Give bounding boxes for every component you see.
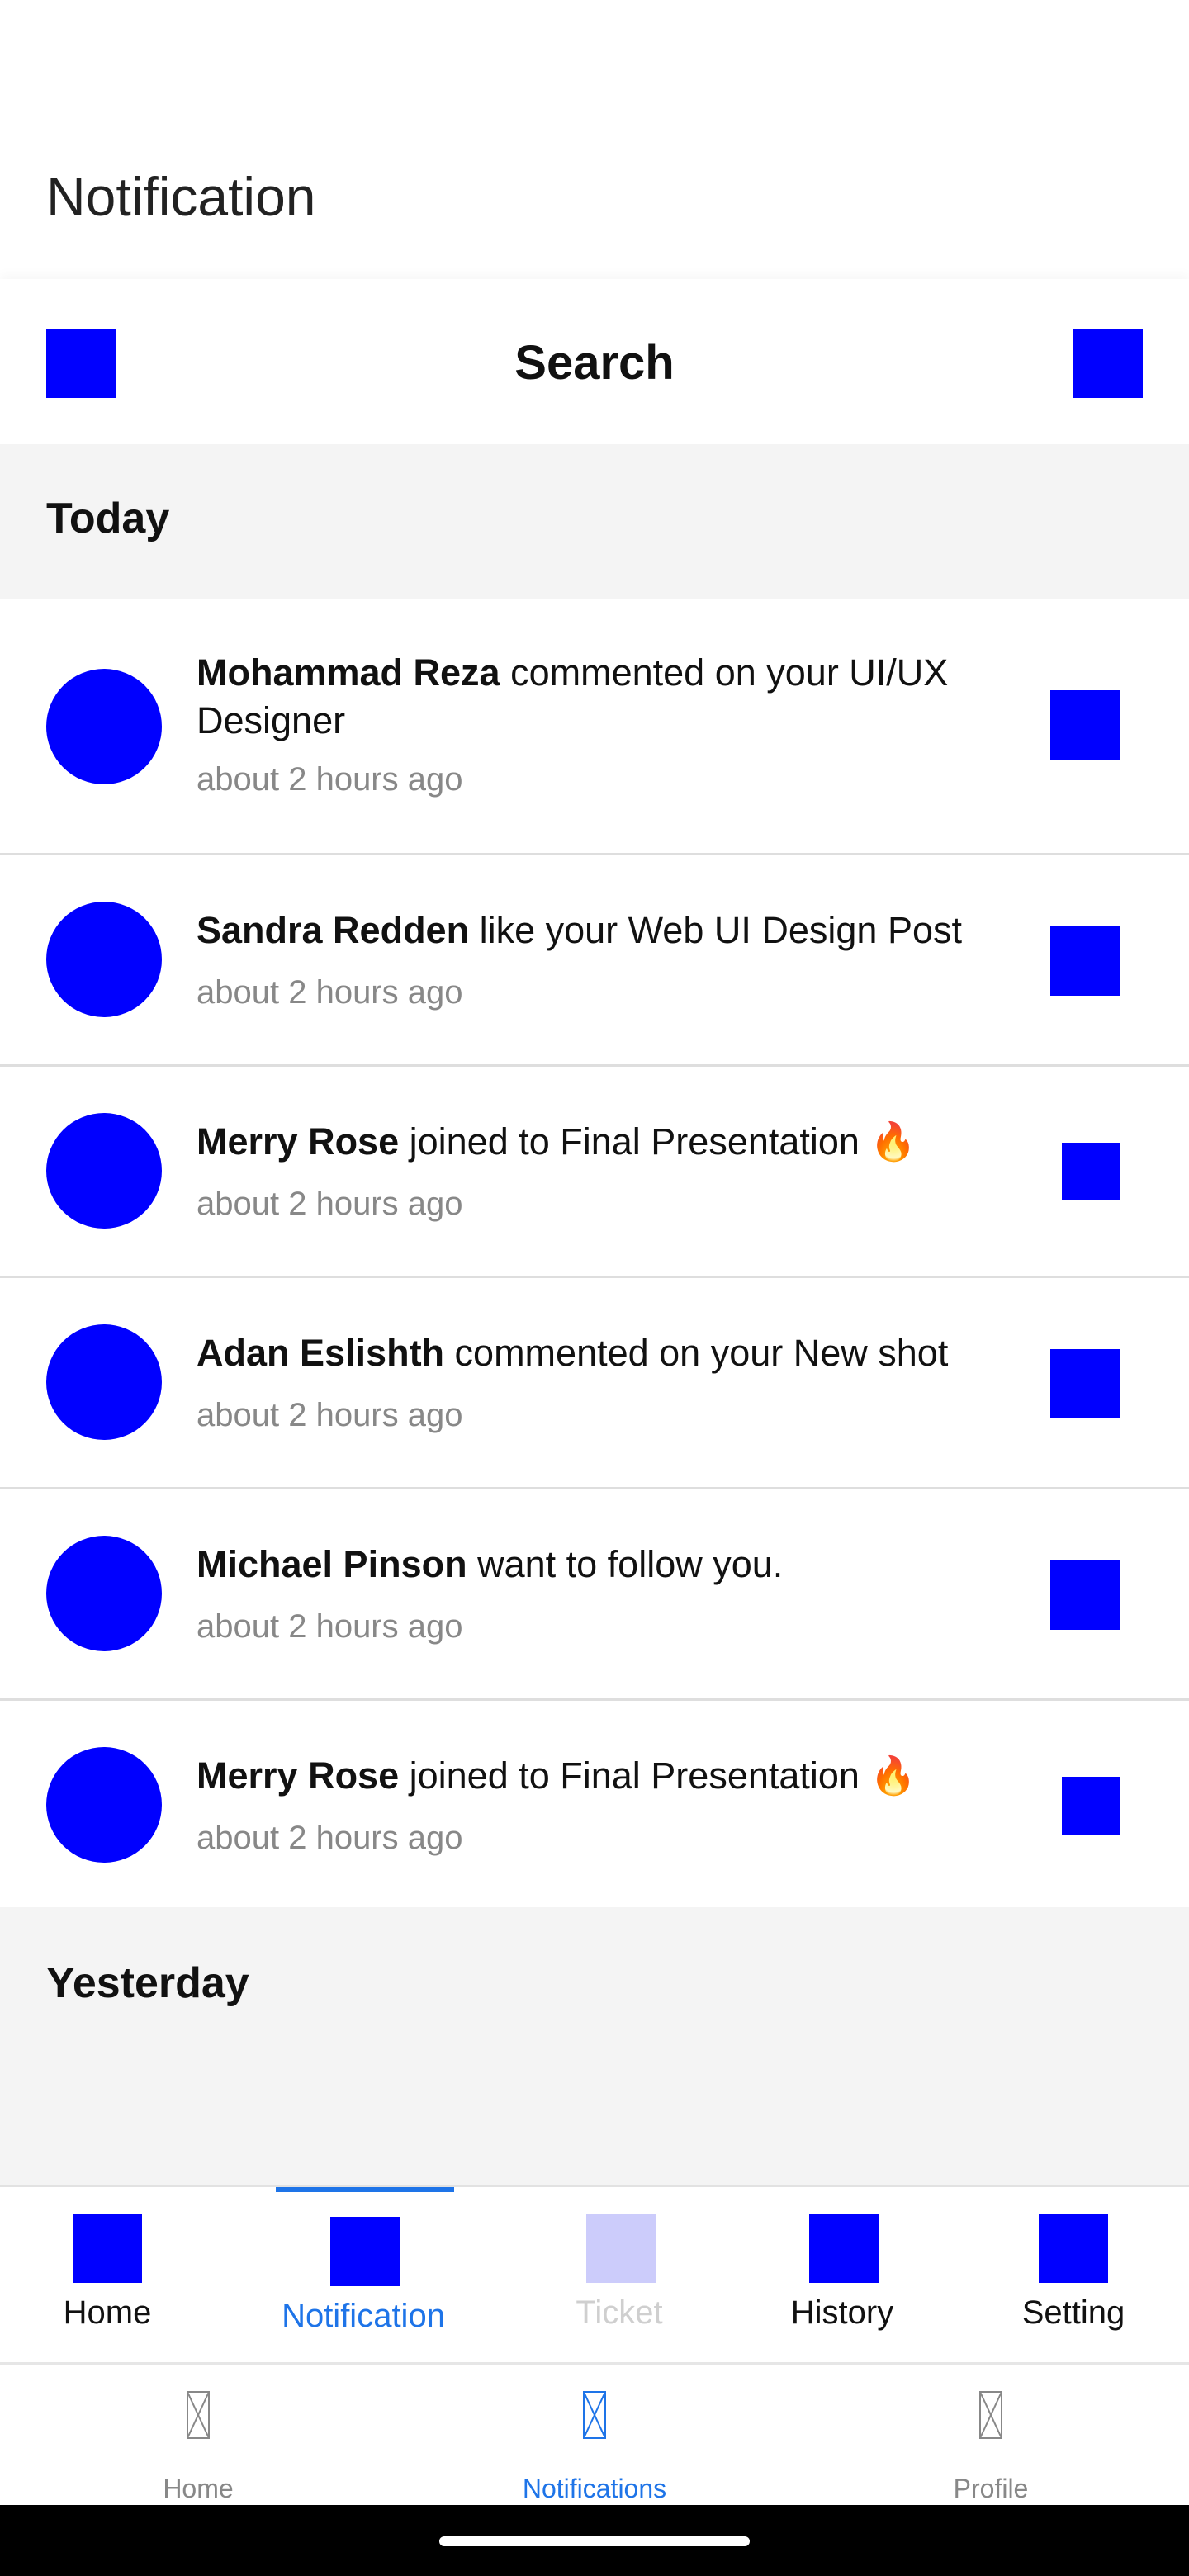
- search-label[interactable]: Search: [0, 329, 1189, 398]
- bottom-nav-home[interactable]: Home: [0, 2366, 396, 2505]
- avatar: [46, 902, 162, 1017]
- notification-time: about 2 hours ago: [197, 1397, 463, 1433]
- tab-setting[interactable]: Setting: [999, 2187, 1148, 2367]
- avatar: [46, 1113, 162, 1229]
- notification-action-button[interactable]: [1050, 926, 1120, 996]
- notification-action-button[interactable]: [1050, 1560, 1120, 1630]
- notification-message: like your Web UI Design Post: [469, 909, 962, 951]
- notification-item[interactable]: Michael Pinson want to follow you. about…: [0, 1489, 1189, 1701]
- search-bar[interactable]: Search: [0, 279, 1189, 444]
- tab-home[interactable]: Home: [33, 2187, 182, 2367]
- section-title-today: Today: [46, 495, 170, 542]
- bottom-nav-label: Profile: [953, 2474, 1029, 2503]
- tab-label: Setting: [1021, 2294, 1125, 2331]
- notification-item[interactable]: Adan Eslishth commented on your New shot…: [0, 1278, 1189, 1489]
- notification-action-button[interactable]: [1050, 1349, 1120, 1418]
- notification-text: Michael Pinson want to follow you.: [197, 1541, 1014, 1589]
- notifications-icon: [583, 2391, 606, 2439]
- notification-text: Adan Eslishth commented on your New shot: [197, 1329, 1014, 1377]
- system-navigation-bar: [0, 2505, 1189, 2576]
- notification-user-name: Merry Rose: [197, 1120, 400, 1163]
- tab-history[interactable]: History: [768, 2187, 917, 2367]
- avatar: [46, 669, 162, 784]
- notification-action-button[interactable]: [1062, 1143, 1120, 1200]
- notification-text: Sandra Redden like your Web UI Design Po…: [197, 907, 1014, 954]
- notification-item[interactable]: Merry Rose joined to Final Presentation …: [0, 1067, 1189, 1278]
- notification-user-name: Adan Eslishth: [197, 1332, 445, 1374]
- notification-item[interactable]: Sandra Redden like your Web UI Design Po…: [0, 855, 1189, 1067]
- tab-bar: Home Notification Ticket History Setting: [0, 2185, 1189, 2365]
- notification-message: joined to Final Presentation 🔥: [399, 1754, 917, 1797]
- notification-text: Mohammad Reza commented on your UI/UX De…: [197, 649, 1014, 745]
- avatar: [46, 1747, 162, 1863]
- section-title-yesterday: Yesterday: [46, 1959, 249, 2007]
- notification-message: want to follow you.: [467, 1543, 784, 1585]
- active-tab-indicator: [276, 2187, 454, 2192]
- bottom-navigation: Home Notifications Profile: [0, 2366, 1189, 2505]
- notification-action-button[interactable]: [1050, 690, 1120, 760]
- bottom-nav-label: Home: [163, 2474, 234, 2503]
- history-tab-icon: [809, 2214, 879, 2283]
- tab-label: History: [790, 2294, 894, 2331]
- notification-message: commented on your New shot: [444, 1332, 949, 1374]
- avatar: [46, 1324, 162, 1440]
- notification-tab-icon: [330, 2217, 400, 2286]
- notification-user-name: Merry Rose: [197, 1754, 400, 1797]
- tab-ticket[interactable]: Ticket: [545, 2187, 694, 2367]
- tab-label: Home: [63, 2294, 152, 2331]
- page-title: Notification: [46, 166, 316, 227]
- profile-icon: [979, 2391, 1002, 2439]
- avatar: [46, 1536, 162, 1651]
- notification-user-name: Mohammad Reza: [197, 651, 500, 694]
- tab-label: Ticket: [576, 2294, 663, 2331]
- ticket-tab-icon: [586, 2214, 656, 2283]
- bottom-nav-notifications[interactable]: Notifications: [396, 2366, 793, 2505]
- section-header-yesterday: Yesterday: [0, 1907, 1189, 2185]
- notification-item[interactable]: Mohammad Reza commented on your UI/UX De…: [0, 599, 1189, 855]
- notification-message: joined to Final Presentation 🔥: [399, 1120, 917, 1163]
- notification-text: Merry Rose joined to Final Presentation …: [197, 1752, 1014, 1800]
- tab-notification[interactable]: Notification: [272, 2187, 454, 2367]
- notification-text: Merry Rose joined to Final Presentation …: [197, 1118, 1014, 1166]
- notification-time: about 2 hours ago: [197, 1186, 463, 1222]
- tab-label: Notification: [282, 2298, 445, 2334]
- notification-item[interactable]: Merry Rose joined to Final Presentation …: [0, 1701, 1189, 1912]
- notification-user-name: Sandra Redden: [197, 909, 470, 951]
- status-area: [0, 0, 1189, 140]
- setting-tab-icon: [1039, 2214, 1108, 2283]
- notification-time: about 2 hours ago: [197, 974, 463, 1011]
- home-tab-icon: [73, 2214, 142, 2283]
- notification-time: about 2 hours ago: [197, 1608, 463, 1645]
- notification-time: about 2 hours ago: [197, 1820, 463, 1856]
- bottom-nav-profile[interactable]: Profile: [793, 2366, 1189, 2505]
- section-header-today: Today: [0, 444, 1189, 599]
- home-gesture-handle[interactable]: [439, 2536, 750, 2546]
- search-right-icon[interactable]: [1073, 329, 1143, 398]
- home-icon: [187, 2391, 210, 2439]
- bottom-nav-label: Notifications: [522, 2474, 667, 2503]
- notification-time: about 2 hours ago: [197, 761, 463, 798]
- notification-user-name: Michael Pinson: [197, 1543, 467, 1585]
- notification-action-button[interactable]: [1062, 1777, 1120, 1835]
